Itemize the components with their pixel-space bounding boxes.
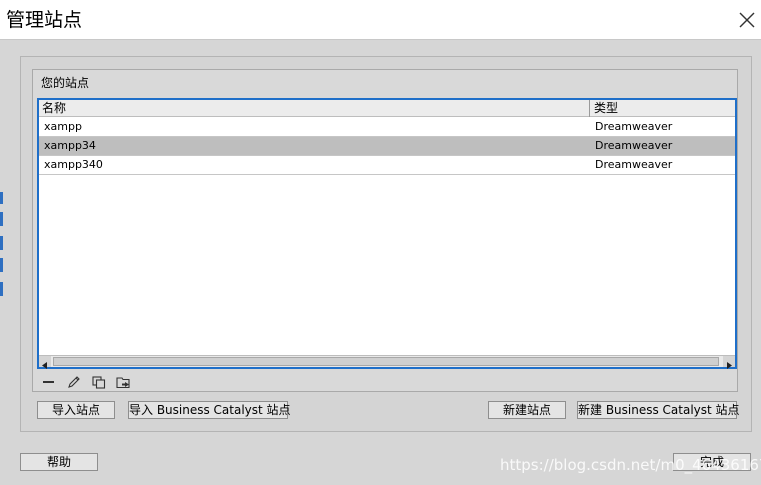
site-name: xampp340 — [44, 158, 103, 171]
background-window-edge — [0, 282, 3, 296]
title-bar — [0, 0, 761, 40]
site-type: Dreamweaver — [595, 139, 673, 152]
import-site-button[interactable]: 导入站点 — [37, 401, 115, 419]
horizontal-scrollbar[interactable] — [39, 355, 735, 369]
export-icon — [116, 377, 130, 389]
close-button[interactable] — [735, 8, 759, 32]
close-icon — [739, 12, 755, 28]
duplicate-icon — [92, 376, 106, 389]
remove-site-button[interactable] — [41, 374, 57, 390]
table-row[interactable]: xampp340 Dreamweaver — [39, 156, 735, 175]
scroll-right-button[interactable] — [723, 356, 735, 369]
duplicate-site-button[interactable] — [91, 374, 107, 390]
site-type: Dreamweaver — [595, 158, 673, 171]
background-window-edge — [0, 236, 3, 250]
scroll-right-icon — [727, 362, 732, 369]
background-window-edge — [0, 212, 3, 226]
import-bc-site-button[interactable]: 导入 Business Catalyst 站点 — [128, 401, 291, 419]
export-site-button[interactable] — [116, 374, 132, 390]
background-window-edge — [0, 192, 3, 204]
new-bc-site-button[interactable]: 新建 Business Catalyst 站点 — [577, 401, 740, 419]
background-window-edge — [0, 258, 3, 272]
edit-site-button[interactable] — [66, 374, 82, 390]
dialog-title: 管理站点 — [6, 9, 83, 31]
scroll-thumb[interactable] — [53, 357, 719, 366]
column-header-name[interactable]: 名称 — [42, 100, 66, 116]
watermark-text: https://blog.csdn.net/m0_46436167 — [500, 456, 761, 474]
table-header — [39, 100, 735, 117]
site-name: xampp — [44, 120, 82, 133]
site-name: xampp34 — [44, 139, 96, 152]
pencil-icon — [68, 376, 80, 388]
column-divider[interactable] — [589, 100, 590, 117]
scroll-left-button[interactable] — [39, 356, 51, 369]
table-row[interactable]: xampp Dreamweaver — [39, 118, 735, 137]
column-header-type[interactable]: 类型 — [594, 100, 618, 116]
new-site-button[interactable]: 新建站点 — [488, 401, 566, 419]
minus-icon — [43, 381, 54, 383]
table-row[interactable]: xampp34 Dreamweaver — [39, 137, 735, 156]
sites-group-label: 您的站点 — [41, 76, 90, 90]
help-button[interactable]: 帮助 — [20, 453, 98, 471]
site-type: Dreamweaver — [595, 120, 673, 133]
scroll-left-icon — [42, 362, 47, 369]
